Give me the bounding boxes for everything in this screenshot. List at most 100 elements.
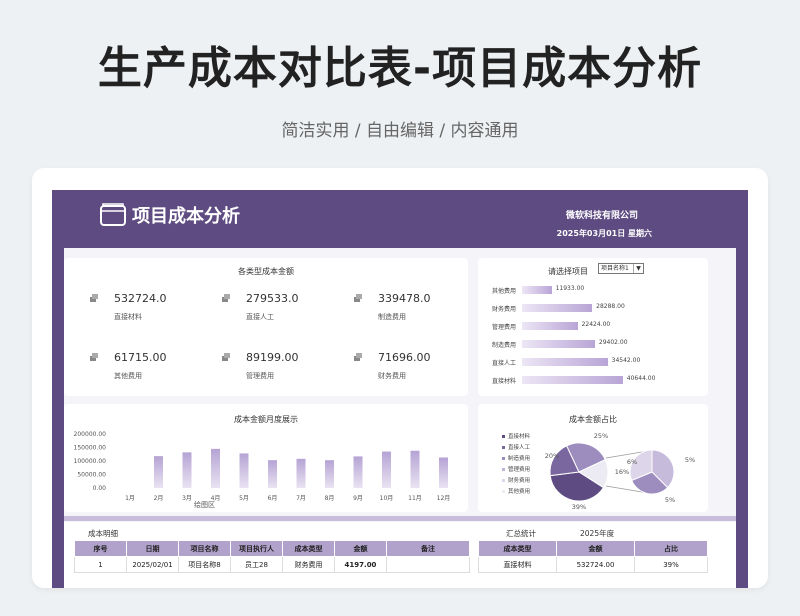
table-cell[interactable] xyxy=(386,556,470,573)
month-bar xyxy=(325,460,334,488)
sub-pie-label: 5% xyxy=(685,456,695,464)
project-chart-card: 请选择项目 项目名称1 ▼ 其他费用 11933.00 财务费用 28288.00 管理… xyxy=(478,258,708,396)
x-tick-label: 2月 xyxy=(154,495,164,502)
hbar-bar xyxy=(522,304,593,312)
month-bar xyxy=(239,453,249,488)
kpi-item: 532724.0 直接材料 xyxy=(90,292,210,326)
coin-icon xyxy=(90,353,98,361)
detail-section-title: 成本明细 xyxy=(88,529,118,538)
col-header: 占比 xyxy=(634,540,708,557)
col-header: 金额 xyxy=(556,540,635,557)
project-select[interactable]: 项目名称1 ▼ xyxy=(598,263,644,274)
kpi-value: 279533.0 xyxy=(246,292,299,305)
month-bar xyxy=(268,460,277,488)
col-header: 成本类型 xyxy=(282,540,335,557)
summary-section-title: 汇总统计 xyxy=(506,529,536,538)
month-bar xyxy=(439,457,448,488)
hbar-value-label: 40644.00 xyxy=(626,375,656,382)
kpi-value: 339478.0 xyxy=(378,292,431,305)
x-tick-label: 7月 xyxy=(296,495,306,502)
current-date: 2025年03月01日 星期六 xyxy=(556,229,652,238)
kpi-card: 各类型成本金额 532724.0 直接材料 279533.0 直接人工 3394… xyxy=(64,258,468,396)
y-tick-label: 100000.00 xyxy=(74,458,107,465)
hbar-category-label: 制造费用 xyxy=(492,342,517,349)
pie-label: 39% xyxy=(572,503,586,511)
kpi-label: 管理费用 xyxy=(246,372,274,380)
table-row[interactable]: 直接材料 532724.00 39% xyxy=(478,556,708,573)
pie-label: 25% xyxy=(594,432,608,440)
col-header: 备注 xyxy=(386,540,470,557)
table-cell[interactable]: 39% xyxy=(634,556,708,573)
month-bar xyxy=(211,448,220,488)
month-bar xyxy=(154,456,163,488)
detail-header-row: 序号 日期 项目名称 项目执行人 成本类型 金额 备注 xyxy=(74,540,470,557)
hbar-bar xyxy=(522,322,578,330)
hbar-row: 直接人工 34542.00 xyxy=(478,356,708,370)
x-tick-label: 5月 xyxy=(239,495,249,502)
table-cell[interactable]: 财务费用 xyxy=(282,556,335,573)
y-tick-label: 200000.00 xyxy=(74,431,107,438)
hbar-row: 管理费用 22424.00 xyxy=(478,320,708,334)
x-tick-label: 10月 xyxy=(380,495,394,502)
summary-header-row: 成本类型 金额 占比 xyxy=(478,540,708,557)
project-chart-title: 请选择项目 xyxy=(548,267,588,276)
dashboard-frame: 项目成本分析 微软科技有限公司 2025年03月01日 星期六 各类型成本金额 … xyxy=(32,168,768,588)
x-tick-label: 9月 xyxy=(353,495,363,502)
pie-chart: 39% 20% 25% 16% 6% 5% 5% xyxy=(545,432,695,511)
table-cell[interactable]: 项目名称8 xyxy=(178,556,231,573)
summary-table: 成本类型 金额 占比 直接材料 532724.00 39% xyxy=(478,540,708,573)
hbar-value-label: 34542.00 xyxy=(611,357,641,364)
y-tick-label: 150000.00 xyxy=(74,445,107,452)
project-select-value: 项目名称1 xyxy=(601,265,629,272)
detail-table: 序号 日期 项目名称 项目执行人 成本类型 金额 备注 1 2025/02/01 xyxy=(74,540,470,573)
month-bar xyxy=(182,452,192,488)
table-cell[interactable]: 1 xyxy=(74,556,127,573)
dashboard-body: 各类型成本金额 532724.0 直接材料 279533.0 直接人工 3394… xyxy=(64,248,736,588)
hbar-value-label: 29402.00 xyxy=(598,339,628,346)
hbar-bar xyxy=(522,340,595,348)
col-header: 序号 xyxy=(74,540,127,557)
chevron-down-icon[interactable]: ▼ xyxy=(633,264,643,273)
kpi-value: 71696.00 xyxy=(378,351,431,364)
company-name: 微软科技有限公司 xyxy=(565,211,638,221)
coin-icon xyxy=(354,294,362,302)
kpi-item: 339478.0 制造费用 xyxy=(354,292,474,326)
table-cell[interactable]: 4197.00 xyxy=(334,556,387,573)
monthly-bar-chart: 200000.00 150000.00 100000.00 50000.00 0.00 1… xyxy=(74,431,451,502)
col-header: 日期 xyxy=(126,540,179,557)
hbar-chart: 其他费用 11933.00 财务费用 28288.00 管理费用 22424.00 制造费用… xyxy=(478,284,708,394)
kpi-value: 532724.0 xyxy=(114,292,167,305)
sub-pie-label: 5% xyxy=(665,496,675,504)
x-tick-label: 6月 xyxy=(268,495,278,502)
hbar-category-label: 管理费用 xyxy=(492,324,517,331)
x-tick-label: 3月 xyxy=(182,495,192,502)
table-cell[interactable]: 2025/02/01 xyxy=(126,556,179,573)
table-cell[interactable]: 员工28 xyxy=(230,556,283,573)
month-bar xyxy=(353,456,363,488)
table-cell[interactable]: 532724.00 xyxy=(556,556,635,573)
hbar-value-label: 22424.00 xyxy=(581,321,611,328)
month-bar xyxy=(382,451,391,488)
col-header: 项目执行人 xyxy=(230,540,283,557)
y-tick-label: 50000.00 xyxy=(77,472,106,479)
hbar-bar xyxy=(522,358,608,366)
kpi-card-title: 各类型成本金额 xyxy=(238,267,294,276)
coin-icon xyxy=(90,294,98,302)
hbar-bar xyxy=(522,286,552,294)
col-header: 项目名称 xyxy=(178,540,231,557)
hbar-bar xyxy=(522,376,623,384)
sub-pie-label: 6% xyxy=(627,458,637,466)
kpi-item: 61715.00 其他费用 xyxy=(90,351,210,385)
hbar-row: 制造费用 29402.00 xyxy=(478,338,708,352)
kpi-item: 89199.00 管理费用 xyxy=(222,351,342,385)
table-cell[interactable]: 直接材料 xyxy=(478,556,557,573)
table-row[interactable]: 1 2025/02/01 项目名称8 员工28 财务费用 4197.00 xyxy=(74,556,470,573)
kpi-value: 89199.00 xyxy=(246,351,299,364)
hbar-category-label: 财务费用 xyxy=(492,306,517,313)
pie-label: 20% xyxy=(545,452,559,460)
section-divider xyxy=(64,516,736,521)
page-title: 项目成本分析 xyxy=(132,206,240,227)
tables-area: 成本明细 序号 日期 项目名称 项目执行人 成本类型 金额 备注 1 2025/… xyxy=(64,522,736,588)
ratio-chart-card: 成本金额占比 直接材料 直接人工 制造费用 管理费用 财务费用 其他费用 39% 20% 25… xyxy=(478,404,708,512)
dashboard-sheet: 项目成本分析 微软科技有限公司 2025年03月01日 星期六 各类型成本金额 … xyxy=(52,190,748,588)
